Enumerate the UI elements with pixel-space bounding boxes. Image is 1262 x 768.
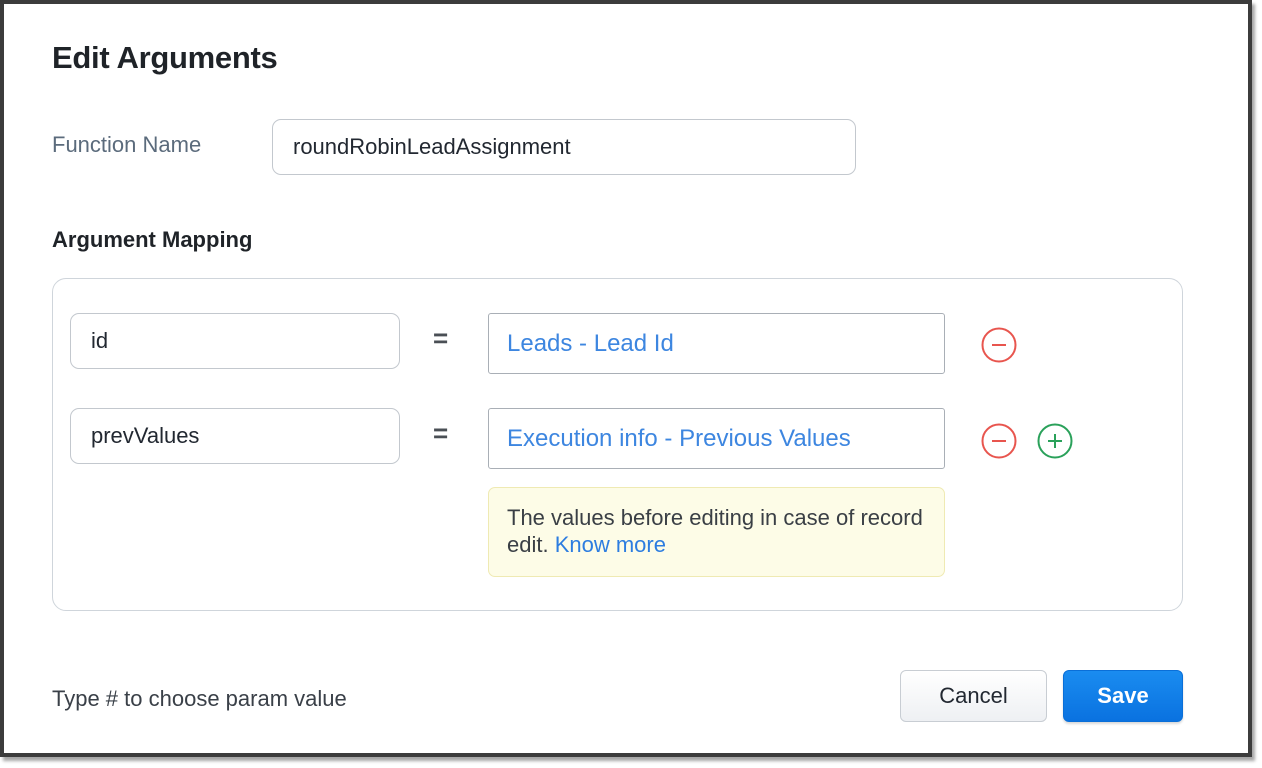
remove-row-button[interactable]	[981, 423, 1017, 459]
argument-name-input[interactable]	[70, 408, 400, 464]
remove-row-button[interactable]	[981, 327, 1017, 363]
know-more-link[interactable]: Know more	[555, 532, 666, 557]
function-name-input[interactable]	[272, 119, 856, 175]
argument-mapping-title: Argument Mapping	[52, 227, 253, 252]
param-hint-note: Type # to choose param value	[52, 686, 347, 711]
argument-mapping-panel: = Leads - Lead Id = Execution info - Pre…	[52, 278, 1183, 611]
argument-value-input[interactable]: Execution info - Previous Values	[488, 408, 945, 469]
cancel-button[interactable]: Cancel	[900, 670, 1047, 722]
function-name-label: Function Name	[52, 132, 202, 157]
argument-value-input[interactable]: Leads - Lead Id	[488, 313, 945, 374]
remove-icon	[981, 327, 1017, 363]
save-button[interactable]: Save	[1063, 670, 1183, 722]
equals-sign: =	[433, 323, 449, 353]
equals-sign: =	[433, 418, 449, 448]
argument-name-input[interactable]	[70, 313, 400, 369]
edit-arguments-dialog: Edit Arguments Function Name Argument Ma…	[0, 0, 1252, 757]
value-hint-tooltip: The values before editing in case of rec…	[488, 487, 945, 577]
remove-icon	[981, 423, 1017, 459]
add-icon	[1037, 423, 1073, 459]
dialog-title: Edit Arguments	[52, 40, 278, 75]
add-row-button[interactable]	[1037, 423, 1073, 459]
